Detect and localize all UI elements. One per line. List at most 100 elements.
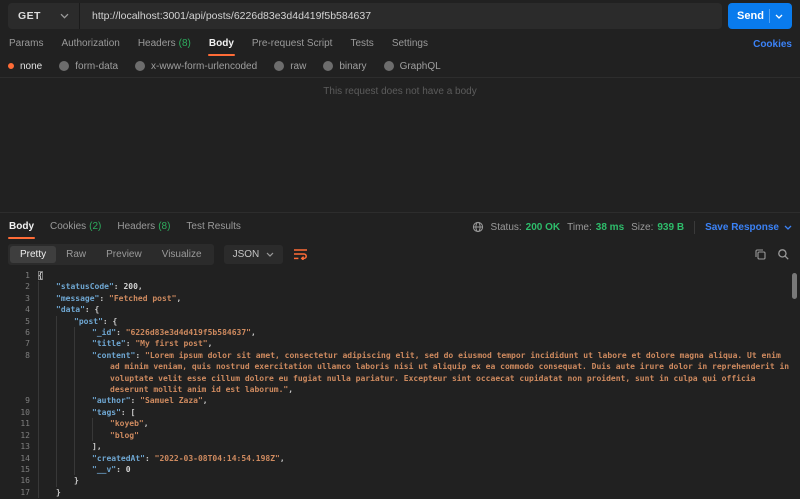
copy-icon <box>755 248 766 260</box>
copy-button[interactable] <box>754 248 767 261</box>
line-number: 1 <box>25 271 30 280</box>
line-number: 3 <box>25 293 30 303</box>
radio-icon <box>8 63 14 69</box>
code-line: 4 "data": { <box>0 304 800 315</box>
line-content: "author": "Samuel Zaza", <box>38 395 800 406</box>
line-number: 14 <box>20 453 30 463</box>
token: , <box>143 419 149 429</box>
line-number: 16 <box>20 476 30 486</box>
response-body-editor[interactable]: 1{2 "statusCode": 200, 3 "message": "Fetche… <box>0 268 800 499</box>
token: , <box>202 396 208 406</box>
view-tab-preview[interactable]: Preview <box>96 246 152 263</box>
format-label: JSON <box>232 248 260 260</box>
line-number: 13 <box>20 442 30 452</box>
size-badge: Size: 939 B <box>631 222 684 233</box>
body-type-x-www-form-urlencoded[interactable]: x-www-form-urlencoded <box>135 61 257 72</box>
token: } <box>74 476 79 486</box>
token: "koyeb" <box>110 419 144 429</box>
method-label: GET <box>18 10 41 22</box>
body-type-form-data[interactable]: form-data <box>59 61 118 72</box>
request-tab-pre-request-script[interactable]: Pre-request Script <box>251 33 334 56</box>
line-number: 17 <box>20 487 30 497</box>
status-badge: Status: 200 OK <box>491 222 561 233</box>
tab-label: Cookies <box>50 220 87 232</box>
tab-count: (2) <box>89 220 102 232</box>
body-type-none[interactable]: none <box>8 61 42 72</box>
radio-label: none <box>20 60 43 72</box>
line-content: "_id": "6226d83e3d4d419f5b584637", <box>38 327 800 338</box>
radio-label: GraphQL <box>399 60 441 72</box>
view-tabs: Pretty Raw Preview Visualize <box>8 243 214 265</box>
body-type-raw[interactable]: raw <box>274 61 306 72</box>
body-type-selector: none form-data x-www-form-urlencoded raw bin… <box>8 58 792 74</box>
tab-label: Settings <box>391 37 428 49</box>
line-number: 7 <box>25 339 30 349</box>
chevron-down-icon[interactable] <box>775 14 783 19</box>
scrollbar-thumb[interactable] <box>792 273 797 299</box>
line-content: "post": { <box>38 316 800 327</box>
request-tab-authorization[interactable]: Authorization <box>60 33 120 56</box>
request-tab-tests[interactable]: Tests <box>349 33 374 56</box>
response-tabs: Body Cookies (2) Headers (8) Test Results <box>8 216 242 239</box>
send-button[interactable]: Send <box>728 3 792 29</box>
code-line: 7 "title": "My first post", <box>0 338 800 349</box>
response-tab-headers[interactable]: Headers (8) <box>116 216 171 239</box>
token: "title" <box>92 339 126 349</box>
line-number: 4 <box>25 305 30 315</box>
code-line: 11 "koyeb", <box>0 418 800 429</box>
response-header: Body Cookies (2) Headers (8) Test Results Sta… <box>8 214 792 240</box>
token: : <box>130 396 141 406</box>
code-line: 15 "__v": 0 <box>0 464 800 475</box>
token: "post" <box>74 316 103 326</box>
response-tab-test-results[interactable]: Test Results <box>185 216 241 239</box>
wrap-text-icon <box>294 249 308 260</box>
tab-label: Headers <box>137 37 176 49</box>
view-tab-visualize[interactable]: Visualize <box>152 246 212 263</box>
token: , <box>288 385 294 395</box>
token: "content" <box>92 350 136 360</box>
body-type-binary[interactable]: binary <box>323 60 367 72</box>
request-tab-params[interactable]: Params <box>8 33 44 56</box>
token: : { <box>84 305 100 315</box>
token: : <box>116 328 126 338</box>
search-button[interactable] <box>777 248 790 261</box>
code-line: 8 "content": "Lorem ipsum dolor sit amet,… <box>0 350 800 396</box>
request-tab-body[interactable]: Body <box>207 33 235 56</box>
status-value: 200 OK <box>525 221 561 233</box>
request-tab-headers[interactable]: Headers (8) <box>137 33 192 56</box>
divider <box>0 212 800 213</box>
token: : <box>113 282 124 292</box>
method-select[interactable]: GET <box>8 3 80 29</box>
request-tab-settings[interactable]: Settings <box>391 33 429 56</box>
view-tab-raw[interactable]: Raw <box>56 246 96 263</box>
radio-icon <box>59 61 70 71</box>
response-tab-cookies[interactable]: Cookies (2) <box>49 216 102 239</box>
token: { <box>38 271 43 280</box>
tab-label: Params <box>9 37 44 49</box>
radio-icon <box>274 61 285 71</box>
tab-label: Headers <box>117 220 156 232</box>
save-response-button[interactable]: Save Response <box>705 222 792 233</box>
size-value: 939 B <box>657 221 685 233</box>
tab-label: Tests <box>350 37 374 49</box>
view-tab-pretty[interactable]: Pretty <box>10 245 57 263</box>
token: , <box>176 293 182 303</box>
url-input[interactable]: http://localhost:3001/api/posts/6226d83e… <box>80 3 722 29</box>
token: ], <box>92 442 102 452</box>
send-label: Send <box>737 10 764 22</box>
token: "message" <box>56 293 100 303</box>
token: , <box>207 339 213 349</box>
token: : [ <box>120 407 136 417</box>
cookies-link[interactable]: Cookies <box>753 39 792 50</box>
url-container: GET http://localhost:3001/api/posts/6226… <box>8 3 722 29</box>
request-tabs: Params Authorization Headers (8) Body Pre-req… <box>8 33 429 56</box>
size-label: Size: <box>631 221 654 233</box>
wrap-text-button[interactable] <box>293 248 308 260</box>
line-content: "koyeb", <box>38 418 800 429</box>
response-tab-body[interactable]: Body <box>8 216 35 239</box>
time-label: Time: <box>567 221 592 233</box>
body-type-graphql[interactable]: GraphQL <box>383 60 441 72</box>
format-select[interactable]: JSON <box>223 244 284 264</box>
radio-label: binary <box>339 60 367 72</box>
time-badge: Time: 38 ms <box>567 222 624 233</box>
